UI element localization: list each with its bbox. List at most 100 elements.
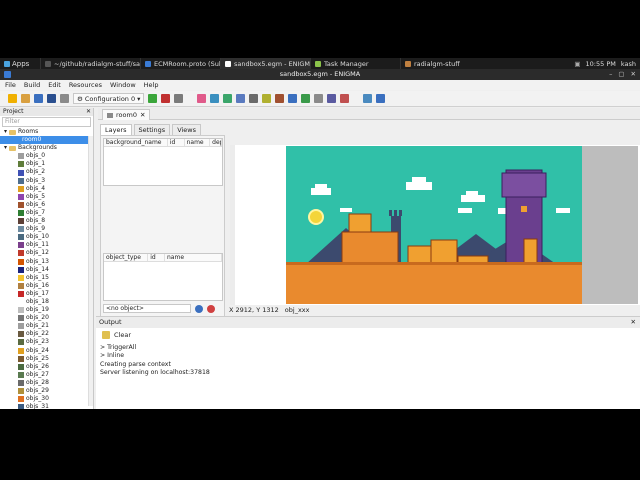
tab-room0[interactable]: room0 ✕	[102, 109, 151, 120]
save-icon[interactable]	[34, 94, 43, 103]
apps-menu[interactable]: Apps	[0, 60, 40, 68]
help-icon[interactable]	[376, 94, 386, 103]
tree-item[interactable]: objs_9	[0, 225, 93, 233]
tree-item[interactable]: objs_14	[0, 266, 93, 274]
tree-item[interactable]: objs_16	[0, 282, 93, 290]
preferences-icon[interactable]	[60, 94, 69, 103]
col-name[interactable]: name	[185, 139, 211, 146]
col-object-type[interactable]: object_type	[104, 254, 149, 261]
task-manager[interactable]: Task Manager	[310, 58, 400, 69]
user-name[interactable]: kash	[621, 60, 636, 68]
minimize-icon[interactable]: –	[609, 69, 612, 80]
tree-item[interactable]: objs_22	[0, 330, 93, 338]
object-selector[interactable]: <no object>	[103, 304, 191, 313]
menu-help[interactable]: Help	[144, 81, 159, 89]
script-icon[interactable]	[249, 94, 259, 103]
tree-item[interactable]: objs_5	[0, 193, 93, 201]
tree-rooms[interactable]: ▾ Rooms	[0, 128, 93, 136]
col-id[interactable]: id	[148, 254, 165, 261]
task-folder[interactable]: radialgm-stuff	[400, 58, 500, 69]
close-icon[interactable]: ✕	[140, 111, 145, 119]
log-line: > Inline	[100, 352, 125, 360]
menu-edit[interactable]: Edit	[48, 81, 61, 89]
room-icon[interactable]	[314, 94, 324, 103]
tree-item[interactable]: objs_23	[0, 338, 93, 346]
tree-item[interactable]: objs_13	[0, 258, 93, 266]
tree-item[interactable]: objs_0	[0, 152, 93, 160]
tree-item[interactable]: objs_17	[0, 290, 93, 298]
tree-item[interactable]: objs_26	[0, 363, 93, 371]
clear-button[interactable]: Clear	[114, 331, 131, 339]
tree-item[interactable]: objs_18	[0, 298, 93, 306]
tree-item[interactable]: objs_25	[0, 355, 93, 363]
task-terminal[interactable]: ~/github/radialgm-stuff/sa...	[40, 58, 140, 69]
col-name[interactable]: name	[165, 254, 223, 261]
close-icon[interactable]: ✕	[86, 108, 91, 116]
maximize-icon[interactable]: ▢	[618, 69, 624, 80]
shader-icon[interactable]	[262, 94, 272, 103]
clear-icon[interactable]	[102, 331, 110, 339]
tree-item[interactable]: objs_27	[0, 371, 93, 379]
tree-backgrounds[interactable]: ▾ Backgrounds	[0, 144, 93, 152]
open-icon[interactable]	[21, 94, 30, 103]
compile-icon[interactable]	[174, 94, 184, 103]
canvas-scroll-left[interactable]	[230, 145, 235, 305]
tree-item[interactable]: objs_19	[0, 306, 93, 314]
tree-item[interactable]: objs_28	[0, 379, 93, 387]
tree-item[interactable]: objs_15	[0, 274, 93, 282]
task-enigma[interactable]: sandbox5.egm - ENIGMA	[220, 58, 310, 69]
tree-item[interactable]: objs_12	[0, 249, 93, 257]
network-icon[interactable]: ▣	[574, 60, 580, 68]
chevron-down-icon[interactable]: ▾	[4, 128, 7, 136]
menu-build[interactable]: Build	[24, 81, 40, 89]
run-icon[interactable]	[148, 94, 158, 103]
configuration-select[interactable]: ⚙ Configuration 0 ▾	[73, 93, 145, 104]
game-info-icon[interactable]	[363, 94, 373, 103]
tree-item[interactable]: objs_3	[0, 177, 93, 185]
tree-room0[interactable]: room0	[0, 136, 93, 145]
background-icon[interactable]	[223, 94, 233, 103]
font-icon[interactable]	[275, 94, 285, 103]
close-icon[interactable]: ✕	[631, 69, 636, 80]
project-scrollbar[interactable]	[88, 136, 93, 406]
tree-label: objs_21	[26, 322, 49, 330]
chevron-down-icon[interactable]: ▾	[4, 144, 7, 152]
tree-item[interactable]: objs_2	[0, 168, 93, 176]
menu-window[interactable]: Window	[110, 81, 136, 89]
col-background-name[interactable]: background_name	[104, 139, 168, 146]
close-icon[interactable]: ✕	[631, 317, 636, 328]
settings-icon[interactable]	[340, 94, 350, 103]
menu-file[interactable]: File	[5, 81, 16, 89]
save-as-icon[interactable]	[47, 94, 56, 103]
sound-icon[interactable]	[210, 94, 220, 103]
tree-item[interactable]: objs_1	[0, 160, 93, 168]
tree-item[interactable]: objs_8	[0, 217, 93, 225]
tree-item[interactable]: objs_24	[0, 347, 93, 355]
tree-item[interactable]: objs_6	[0, 201, 93, 209]
sprite-icon[interactable]	[197, 94, 207, 103]
tree-item[interactable]: objs_29	[0, 387, 93, 395]
tree-item[interactable]: objs_11	[0, 241, 93, 249]
new-icon[interactable]	[8, 94, 17, 103]
menu-resources[interactable]: Resources	[69, 81, 102, 89]
col-id[interactable]: id	[168, 139, 185, 146]
col-depth[interactable]: dep	[210, 139, 222, 146]
timeline-icon[interactable]	[288, 94, 298, 103]
remove-icon[interactable]	[207, 305, 215, 313]
object-picker-icon[interactable]	[195, 305, 203, 313]
room-canvas[interactable]	[286, 146, 638, 304]
clock[interactable]: 10:55 PM	[586, 60, 616, 68]
tree-item[interactable]: objs_10	[0, 233, 93, 241]
task-editor[interactable]: ECMRoom.proto (Submod...	[140, 58, 220, 69]
tree-item[interactable]: objs_30	[0, 395, 93, 403]
filter-input[interactable]: Filter	[2, 117, 91, 127]
include-icon[interactable]	[327, 94, 337, 103]
tree-item[interactable]: objs_20	[0, 314, 93, 322]
tree-item[interactable]: objs_4	[0, 185, 93, 193]
object-icon[interactable]	[301, 94, 311, 103]
tree-item[interactable]: objs_7	[0, 209, 93, 217]
path-icon[interactable]	[236, 94, 246, 103]
tree-item[interactable]: objs_31	[0, 403, 93, 409]
tree-item[interactable]: objs_21	[0, 322, 93, 330]
debug-icon[interactable]	[161, 94, 171, 103]
